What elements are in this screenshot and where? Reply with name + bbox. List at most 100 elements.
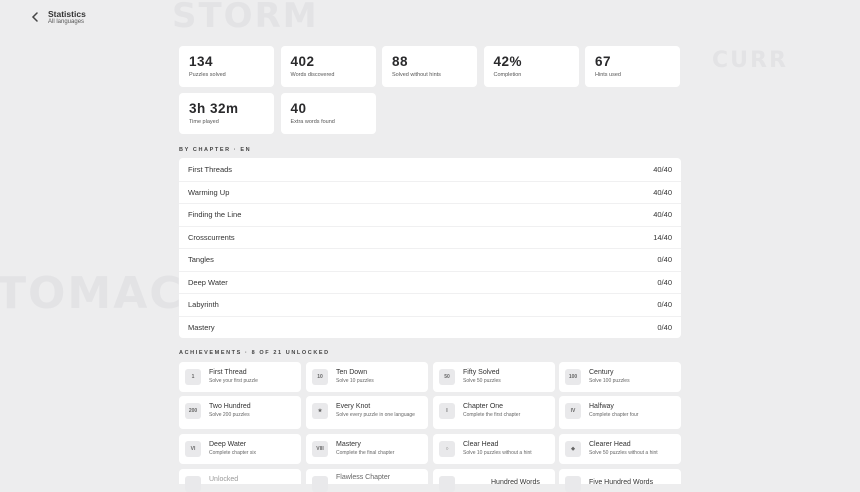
stat-label: Solved without hints bbox=[392, 72, 441, 78]
achievement-badge: VIII bbox=[312, 441, 328, 457]
achievement-card: Flawless Chapter bbox=[306, 469, 428, 492]
chapter-row[interactable]: Warming Up 40/40 bbox=[179, 180, 681, 204]
chapter-row[interactable]: Mastery 0/40 bbox=[179, 315, 681, 339]
back-button[interactable] bbox=[26, 8, 44, 26]
stat-card-completion: 42% Completion bbox=[483, 46, 579, 87]
achievement-badge: 200 bbox=[185, 403, 201, 419]
achievement-desc: Solve 200 puzzles bbox=[209, 412, 250, 418]
stat-label: Puzzles solved bbox=[189, 72, 226, 78]
chapter-name: Labyrinth bbox=[188, 300, 219, 310]
achievement-desc: Solve every puzzle in one language bbox=[336, 412, 415, 418]
achievement-desc: Solve 10 puzzles bbox=[336, 378, 374, 384]
achievement-card: 100 Century Solve 100 puzzles bbox=[559, 362, 681, 392]
chapter-name: Warming Up bbox=[188, 187, 230, 197]
achievement-badge bbox=[565, 476, 581, 492]
achievement-badge: 1 bbox=[185, 369, 201, 385]
stat-card-puzzles-solved: 134 Puzzles solved bbox=[179, 46, 274, 87]
achievement-card: I Chapter One Complete the first chapter bbox=[433, 396, 555, 429]
achievement-card: Hundred Words bbox=[433, 469, 555, 492]
achievement-card: VIII Mastery Complete the final chapter bbox=[306, 434, 428, 464]
achievement-title: Fifty Solved bbox=[463, 369, 500, 376]
achievement-title: Chapter One bbox=[463, 403, 504, 410]
chapter-row[interactable]: Finding the Line 40/40 bbox=[179, 203, 681, 226]
achievement-title: Flawless Chapter bbox=[336, 474, 391, 481]
chapter-list: First Threads 40/40 Warming Up 40/40 Fin… bbox=[179, 158, 681, 338]
stat-card-extra-words: 40 Extra words found bbox=[280, 93, 376, 134]
achievement-title: Deep Water bbox=[209, 441, 247, 448]
chapter-name: Finding the Line bbox=[188, 210, 242, 220]
achievement-title: Clear Head bbox=[463, 441, 499, 448]
achievement-desc: Complete the final chapter bbox=[336, 450, 395, 456]
chapter-progress: 0/40 bbox=[657, 300, 672, 310]
achievement-title: Halfway bbox=[589, 403, 614, 410]
chapter-row[interactable]: Labyrinth 0/40 bbox=[179, 293, 681, 316]
achievement-title: Mastery bbox=[336, 441, 361, 448]
page-subtitle: All languages bbox=[48, 19, 85, 25]
stat-label: Hints used bbox=[595, 72, 621, 78]
achievement-desc: Solve your first puzzle bbox=[209, 378, 258, 384]
chapter-name: Mastery bbox=[188, 322, 215, 332]
achievement-desc: Solve 50 puzzles bbox=[463, 378, 501, 384]
top-bar: Statistics All languages bbox=[0, 0, 860, 34]
chapter-progress: 0/40 bbox=[657, 322, 672, 332]
stat-value: 134 bbox=[189, 54, 214, 69]
achievement-card: IV Halfway Complete chapter four bbox=[559, 396, 681, 429]
stat-card-solved-without-hints: 88 Solved without hints bbox=[382, 46, 477, 87]
achievement-card: 10 Ten Down Solve 10 puzzles bbox=[306, 362, 428, 392]
achievement-badge bbox=[439, 476, 455, 492]
chapter-progress: 14/40 bbox=[653, 232, 672, 242]
achievement-title: Hundred Words bbox=[491, 479, 540, 486]
achievement-desc: Complete the first chapter bbox=[463, 412, 521, 418]
stat-card-hints-used: 67 Hints used bbox=[585, 46, 680, 87]
achievements-heading: ACHIEVEMENTS · 8 OF 21 UNLOCKED bbox=[179, 350, 330, 356]
chevron-left-icon bbox=[31, 12, 38, 22]
achievement-desc: Solve 50 puzzles without a hint bbox=[589, 450, 658, 456]
stat-label: Completion bbox=[493, 72, 522, 78]
achievement-badge: ★ bbox=[312, 403, 328, 419]
chapter-name: Deep Water bbox=[188, 277, 228, 287]
achievement-desc: Solve 100 puzzles bbox=[589, 378, 630, 384]
stat-value: 42% bbox=[493, 54, 523, 69]
achievement-card: 1 First Thread Solve your first puzzle bbox=[179, 362, 301, 392]
background-word-curr: CURR bbox=[712, 48, 788, 73]
chapters-heading: BY CHAPTER · EN bbox=[179, 147, 252, 153]
achievement-badge: IV bbox=[565, 403, 581, 419]
chapter-row[interactable]: First Threads 40/40 bbox=[179, 158, 681, 181]
achievement-card: ◆ Clearer Head Solve 50 puzzles without … bbox=[559, 434, 681, 464]
chapter-progress: 40/40 bbox=[653, 210, 672, 220]
achievement-badge: ◆ bbox=[565, 441, 581, 457]
achievement-badge bbox=[312, 476, 328, 492]
stat-value: 40 bbox=[290, 101, 307, 116]
achievement-card: 50 Fifty Solved Solve 50 puzzles bbox=[433, 362, 555, 392]
stat-card-time-played: 3h 32m Time played bbox=[179, 93, 274, 134]
stat-label: Time played bbox=[189, 119, 219, 125]
page-title: Statistics bbox=[48, 9, 86, 19]
chapter-progress: 0/40 bbox=[657, 277, 672, 287]
stat-value: 3h 32m bbox=[189, 101, 239, 116]
achievement-badge: 50 bbox=[439, 369, 455, 385]
achievement-title: Unlocked bbox=[209, 476, 239, 483]
chapter-progress: 0/40 bbox=[657, 255, 672, 265]
achievement-title: Five Hundred Words bbox=[589, 479, 654, 486]
achievement-title: Every Knot bbox=[336, 403, 371, 410]
achievement-desc: Complete chapter four bbox=[589, 412, 639, 418]
stat-value: 67 bbox=[595, 54, 612, 69]
achievement-card: ★ Every Knot Solve every puzzle in one l… bbox=[306, 396, 428, 429]
chapter-row[interactable]: Crosscurrents 14/40 bbox=[179, 225, 681, 249]
achievement-card: 200 Two Hundred Solve 200 puzzles bbox=[179, 396, 301, 429]
chapter-progress: 40/40 bbox=[653, 164, 672, 174]
achievement-title: Two Hundred bbox=[209, 403, 251, 410]
achievement-title: Ten Down bbox=[336, 369, 368, 376]
achievement-card: Unlocked bbox=[179, 469, 301, 492]
chapter-row[interactable]: Deep Water 0/40 bbox=[179, 270, 681, 294]
achievement-badge: I bbox=[439, 403, 455, 419]
stat-value: 402 bbox=[290, 54, 315, 69]
achievement-card: Five Hundred Words bbox=[559, 469, 681, 492]
achievement-title: Clearer Head bbox=[589, 441, 631, 448]
chapter-name: First Threads bbox=[188, 164, 233, 174]
stat-label: Extra words found bbox=[290, 119, 335, 125]
achievement-title: Century bbox=[589, 369, 614, 376]
chapter-row[interactable]: Tangles 0/40 bbox=[179, 248, 681, 271]
chapter-progress: 40/40 bbox=[653, 187, 672, 197]
stat-card-words-discovered: 402 Words discovered bbox=[280, 46, 376, 87]
